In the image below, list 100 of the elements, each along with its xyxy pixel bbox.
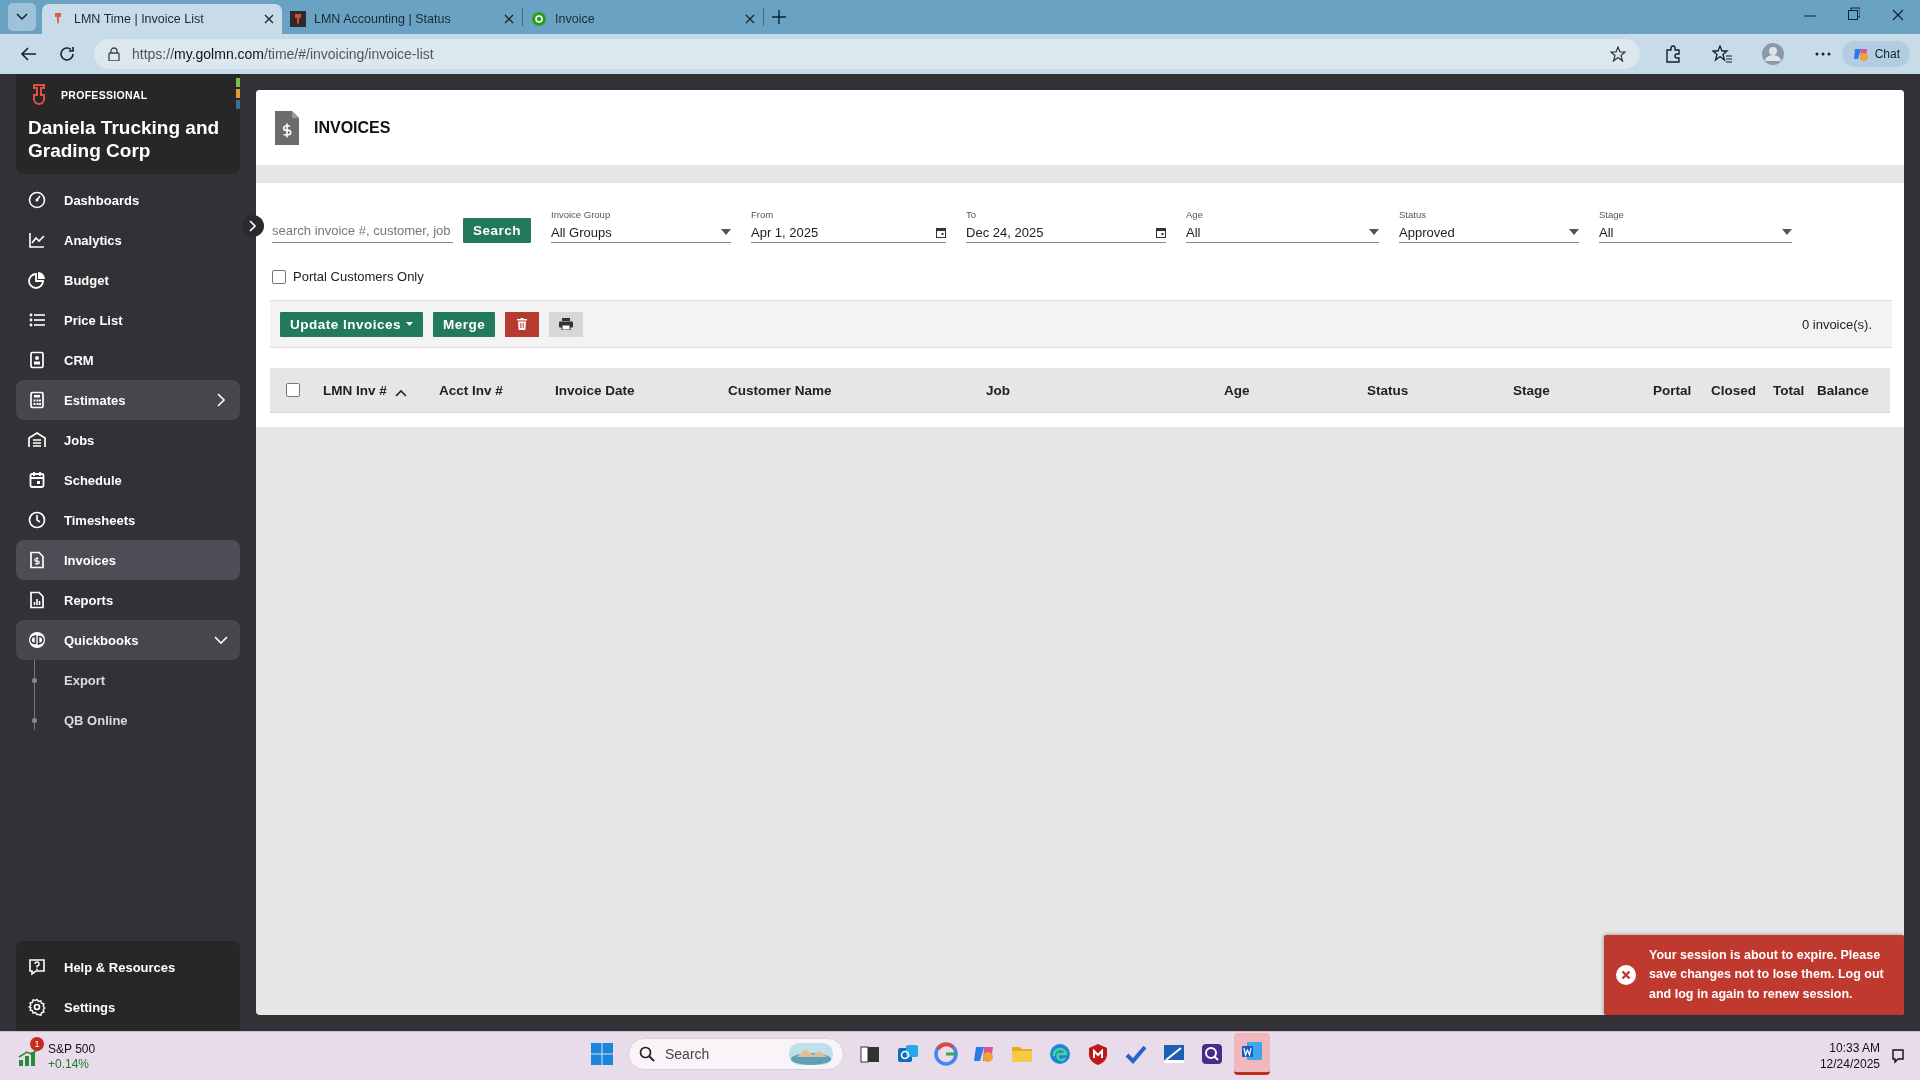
pie-chart-icon xyxy=(28,271,46,289)
search-icon xyxy=(639,1046,655,1062)
column-header[interactable]: Invoice Date xyxy=(555,382,728,398)
sidebar-item[interactable]: Budget xyxy=(16,260,240,300)
print-button[interactable] xyxy=(549,311,584,337)
notification-badge: 1 xyxy=(30,1037,44,1051)
address-bar[interactable]: https://my.golmn.com/time/#/invoicing/invoice-list xyxy=(94,39,1640,69)
checkbox-label[interactable]: Portal Customers Only xyxy=(293,269,424,284)
puzzle-icon[interactable] xyxy=(1663,45,1682,63)
magnifier-app-icon[interactable] xyxy=(1200,1042,1224,1066)
column-header[interactable]: Stage xyxy=(1513,382,1653,398)
sidebar-item[interactable]: Quickbooks xyxy=(16,620,240,660)
calendar-icon xyxy=(936,226,947,238)
sidebar-item[interactable]: Dashboards xyxy=(16,180,240,220)
chat-button[interactable]: Chat xyxy=(1841,41,1910,67)
sidebar-item[interactable]: Reports xyxy=(16,580,240,620)
column-header[interactable]: Status xyxy=(1367,382,1513,398)
stock-name: S&P 500 xyxy=(48,1042,96,1057)
sidebar-item[interactable]: Timesheets xyxy=(16,500,240,540)
search-button[interactable]: Search xyxy=(463,218,532,243)
calculator-icon xyxy=(28,391,46,409)
letter-g-circle-icon[interactable] xyxy=(934,1042,958,1066)
invoice-icon xyxy=(274,109,300,146)
browser-tab[interactable]: LMN Time | Invoice List xyxy=(42,4,282,34)
sidebar-item[interactable]: CRM xyxy=(16,340,240,380)
sidebar-item[interactable]: Settings xyxy=(16,987,240,1027)
column-header[interactable]: Customer Name xyxy=(728,382,986,398)
update-invoices-button[interactable]: Update Invoices xyxy=(280,311,424,337)
tab-list-icon[interactable] xyxy=(8,3,36,31)
printer-icon xyxy=(559,318,574,330)
taskbar-search[interactable]: Search xyxy=(628,1038,844,1070)
date-field[interactable]: From Apr 1, 2025 xyxy=(751,209,947,243)
notification-icon[interactable] xyxy=(1890,1048,1906,1064)
dropdown[interactable]: Age All xyxy=(1186,209,1380,243)
column-header[interactable]: Acct Inv # xyxy=(439,382,555,398)
select-all-checkbox[interactable] xyxy=(286,383,300,397)
delete-button[interactable] xyxy=(505,311,540,337)
column-header[interactable]: Age xyxy=(1224,382,1367,398)
column-header[interactable]: Closed xyxy=(1711,382,1773,398)
refresh-icon[interactable] xyxy=(58,45,76,63)
sidebar-item[interactable]: Analytics xyxy=(16,220,240,260)
date-field[interactable]: To Dec 24, 2025 xyxy=(966,209,1167,243)
back-icon[interactable] xyxy=(20,45,38,63)
shovel-icon xyxy=(31,84,47,106)
sidebar-item[interactable]: Estimates xyxy=(16,380,240,420)
favorites-icon[interactable] xyxy=(1711,45,1732,63)
stock-change: +0.14% xyxy=(48,1057,91,1072)
star-icon[interactable] xyxy=(1609,46,1626,62)
url-text: https://my.golmn.com/time/#/invoicing/invoice-list xyxy=(132,46,434,62)
drawing-app-icon[interactable] xyxy=(1162,1042,1186,1066)
sidebar-subitem[interactable]: Export xyxy=(16,660,240,700)
close-icon[interactable] xyxy=(264,14,274,24)
sidebar-item[interactable]: Jobs xyxy=(16,420,240,460)
column-header[interactable]: Total xyxy=(1773,382,1817,398)
trash-icon xyxy=(517,318,528,330)
shovel-icon xyxy=(290,11,306,27)
shield-icon[interactable] xyxy=(1086,1042,1110,1066)
column-header[interactable]: LMN Inv # xyxy=(323,382,439,398)
column-header[interactable]: Job xyxy=(986,382,1224,398)
plan-label: PROFESSIONAL xyxy=(61,89,148,101)
chevron-down-icon[interactable] xyxy=(214,633,228,647)
clock-time[interactable]: 10:33 AM xyxy=(1829,1040,1880,1056)
clock-icon xyxy=(28,511,46,529)
edge-icon[interactable] xyxy=(1048,1042,1072,1066)
column-header[interactable]: Balance xyxy=(1817,382,1890,398)
settings-icon xyxy=(28,998,46,1016)
lock-icon xyxy=(108,47,120,61)
sidebar-item[interactable]: Invoices xyxy=(16,540,240,580)
new-tab-icon[interactable] xyxy=(772,10,786,24)
sidebar-item[interactable]: Help & Resources xyxy=(16,947,240,987)
close-icon[interactable] xyxy=(504,14,514,24)
caret-down-icon xyxy=(406,322,414,326)
browser-tab[interactable]: LMN Accounting | Status xyxy=(282,4,522,34)
dropdown[interactable]: Invoice Group All Groups xyxy=(551,209,732,243)
caret-down-icon xyxy=(1569,229,1580,235)
document-app-icon[interactable] xyxy=(1240,1039,1264,1063)
search-field[interactable]: search invoice #, customer, job xyxy=(272,218,453,243)
sidebar-subitem[interactable]: QB Online xyxy=(16,700,240,740)
sidebar-toggle[interactable] xyxy=(242,215,264,237)
merge-button[interactable]: Merge xyxy=(433,311,496,337)
invoice-icon xyxy=(28,551,46,569)
windows-icon[interactable] xyxy=(590,1042,614,1066)
checkbox[interactable] xyxy=(272,269,286,284)
browser-tab[interactable]: Invoice xyxy=(523,4,763,34)
dropdown[interactable]: Stage All xyxy=(1599,209,1793,243)
caret-down-icon xyxy=(721,229,732,235)
clock-date[interactable]: 12/24/2025 xyxy=(1819,1056,1880,1072)
dropdown[interactable]: Status Approved xyxy=(1399,209,1580,243)
line-chart-icon xyxy=(28,231,46,249)
sidebar-item[interactable]: Schedule xyxy=(16,460,240,500)
chevron-right-icon[interactable] xyxy=(214,393,228,407)
stock-widget[interactable]: S&P 500 +0.14% 1 xyxy=(0,1036,102,1076)
caret-down-icon xyxy=(1369,229,1380,235)
close-icon[interactable] xyxy=(745,14,755,24)
column-header[interactable]: Portal xyxy=(1653,382,1711,398)
sidebar-item[interactable]: Price List xyxy=(16,300,240,340)
invoice-count: 0 invoice(s). xyxy=(1801,316,1872,332)
caret-down-icon xyxy=(1782,229,1793,235)
error-icon[interactable] xyxy=(1616,964,1636,985)
id-card-icon xyxy=(28,351,46,369)
